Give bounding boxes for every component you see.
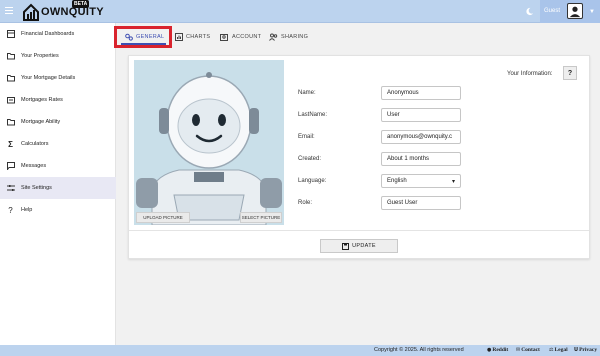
legal-label: Legal bbox=[554, 347, 568, 353]
mail-icon: ✉ bbox=[516, 347, 521, 353]
role-field[interactable]: Guest User bbox=[381, 196, 461, 210]
top-bar: OWNQUITY BETA Guest ▼ bbox=[0, 0, 600, 23]
lastname-label: LastName: bbox=[298, 112, 328, 118]
chart-icon bbox=[175, 33, 183, 41]
user-name: Guest bbox=[544, 8, 561, 14]
sidebar-item-label: Your Properties bbox=[21, 53, 59, 59]
user-menu[interactable]: Guest ▼ bbox=[540, 0, 600, 23]
legal-link[interactable]: ⚖ Legal bbox=[549, 347, 568, 353]
card-divider bbox=[129, 230, 589, 231]
sidebar-item-mortgage-ability[interactable]: Mortgage Ability bbox=[0, 111, 116, 133]
dark-mode-icon[interactable] bbox=[525, 7, 534, 16]
tab-label: CHARTS bbox=[186, 34, 211, 40]
sidebar-item-label: Messages bbox=[21, 163, 47, 169]
reddit-link[interactable]: ● Reddit bbox=[487, 347, 508, 353]
sidebar-item-label: Mortgage Ability bbox=[21, 119, 61, 125]
tab-charts[interactable]: CHARTS bbox=[175, 30, 210, 44]
language-label: Language: bbox=[298, 178, 327, 184]
dashboard-icon bbox=[6, 30, 15, 39]
question-icon: ? bbox=[8, 205, 13, 215]
email-field[interactable]: anonymous@ownquity.c bbox=[381, 130, 461, 144]
help-button[interactable]: ? bbox=[563, 66, 577, 80]
privacy-icon: U bbox=[574, 347, 579, 353]
tab-account[interactable]: ACCOUNT bbox=[220, 30, 261, 44]
language-select[interactable]: English ▾ bbox=[381, 174, 461, 188]
message-icon bbox=[6, 162, 15, 171]
sidebar-item-calculators[interactable]: Σ Calculators bbox=[0, 133, 116, 155]
tab-label: SHARING bbox=[281, 34, 309, 40]
sidebar-item-label: Calculators bbox=[21, 141, 49, 147]
tab-sharing[interactable]: SHARING bbox=[269, 30, 308, 44]
beta-badge: BETA bbox=[72, 0, 90, 8]
copyright-text: Copyright © 2025. All rights reserved bbox=[374, 347, 464, 353]
folder-icon bbox=[6, 74, 15, 83]
save-icon bbox=[342, 242, 350, 250]
info-title: Your Information: bbox=[507, 71, 553, 77]
sidebar-item-label: Mortgages Rates bbox=[21, 97, 63, 103]
tab-label: ACCOUNT bbox=[232, 34, 262, 40]
lastname-field[interactable]: User bbox=[381, 108, 461, 122]
sidebar-item-help[interactable]: ? Help bbox=[0, 199, 116, 221]
sidebar-item-mortgage-details[interactable]: Your Mortgage Details bbox=[0, 67, 116, 89]
robot-avatar-icon bbox=[134, 60, 284, 225]
contact-label: Contact bbox=[521, 347, 540, 353]
privacy-label: Privacy bbox=[579, 347, 598, 353]
sliders-icon bbox=[6, 184, 15, 193]
rates-icon bbox=[6, 96, 15, 105]
privacy-link[interactable]: U Privacy bbox=[574, 347, 597, 353]
name-label: Name: bbox=[298, 90, 316, 96]
update-label: UPDATE bbox=[352, 243, 376, 249]
tab-highlight-box bbox=[114, 26, 172, 48]
upload-picture-button[interactable]: UPLOAD PICTURE bbox=[136, 212, 190, 223]
gavel-icon: ⚖ bbox=[549, 347, 554, 353]
profile-card: UPLOAD PICTURE SELECT PICTURE Your Infor… bbox=[128, 55, 590, 259]
language-value: English bbox=[387, 178, 407, 184]
chevron-down-icon: ▾ bbox=[451, 179, 455, 185]
sidebar-item-label: Financial Dashboards bbox=[21, 31, 75, 37]
update-button[interactable]: UPDATE bbox=[320, 239, 398, 253]
menu-icon[interactable] bbox=[5, 7, 13, 15]
sigma-icon: Σ bbox=[8, 139, 13, 149]
folder-icon bbox=[6, 118, 15, 127]
sidebar-item-label: Help bbox=[21, 207, 33, 213]
app-logo[interactable]: OWNQUITY bbox=[22, 1, 104, 22]
footer: Copyright © 2025. All rights reserved ● R… bbox=[0, 345, 600, 356]
sharing-icon bbox=[269, 33, 278, 41]
sidebar-item-site-settings[interactable]: Site Settings bbox=[0, 177, 116, 199]
sidebar: Financial Dashboards Your Properties You… bbox=[0, 23, 116, 345]
role-label: Role: bbox=[298, 200, 313, 206]
sidebar-item-label: Site Settings bbox=[21, 185, 52, 191]
avatar-icon bbox=[567, 3, 583, 19]
email-label: Email: bbox=[298, 134, 315, 140]
name-field[interactable]: Anonymous bbox=[381, 86, 461, 100]
sidebar-item-mortgages-rates[interactable]: Mortgages Rates bbox=[0, 89, 116, 111]
profile-picture bbox=[134, 60, 284, 225]
sidebar-item-label: Your Mortgage Details bbox=[21, 75, 76, 81]
chevron-down-icon: ▼ bbox=[589, 9, 595, 15]
folder-icon bbox=[6, 52, 15, 61]
created-label: Created: bbox=[298, 156, 322, 162]
contact-link[interactable]: ✉ Contact bbox=[516, 347, 540, 353]
reddit-icon: ● bbox=[487, 347, 492, 353]
sidebar-item-messages[interactable]: Messages bbox=[0, 155, 116, 177]
house-logo-icon bbox=[23, 3, 39, 21]
sidebar-item-financial-dashboards[interactable]: Financial Dashboards bbox=[0, 23, 116, 45]
select-picture-button[interactable]: SELECT PICTURE bbox=[240, 212, 282, 223]
created-field[interactable]: About 1 months bbox=[381, 152, 461, 166]
sidebar-item-your-properties[interactable]: Your Properties bbox=[0, 45, 116, 67]
reddit-label: Reddit bbox=[492, 347, 509, 353]
account-icon bbox=[220, 34, 228, 41]
